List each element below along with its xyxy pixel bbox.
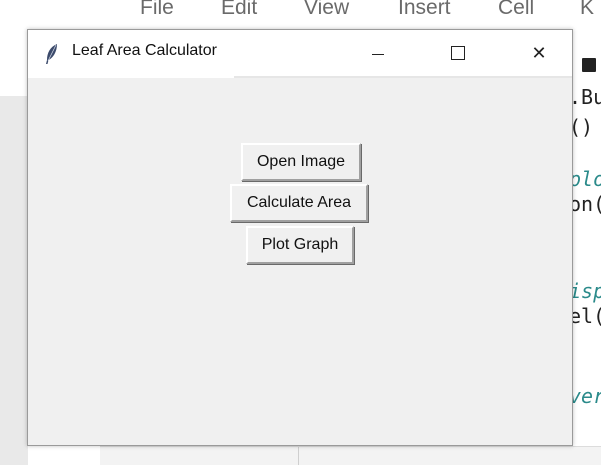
stop-icon[interactable] (582, 58, 596, 72)
menu-cell[interactable]: Cell (498, 0, 534, 20)
code-line: ver (569, 384, 601, 408)
code-line: .Bu (569, 85, 601, 109)
background-bottom-cells (100, 446, 601, 465)
code-line: plo (569, 167, 601, 191)
open-image-button[interactable]: Open Image (241, 143, 361, 181)
menu-file[interactable]: File (140, 0, 174, 20)
close-button[interactable]: ✕ (516, 30, 562, 76)
menu-kernel[interactable]: K (580, 0, 594, 20)
code-line: el( (569, 304, 601, 328)
menu-edit[interactable]: Edit (221, 0, 257, 20)
screen: File Edit View Insert Cell K .Bu () pl o … (0, 0, 601, 465)
title-bar[interactable]: Leaf Area Calculator ✕ (28, 30, 572, 78)
calculate-area-button[interactable]: Calculate Area (230, 184, 368, 222)
menu-view[interactable]: View (304, 0, 349, 20)
minimize-icon (372, 53, 384, 55)
background-menubar: File Edit View Insert Cell K (0, 0, 601, 30)
close-icon: ✕ (531, 42, 547, 64)
code-line: on( (569, 192, 601, 216)
code-line: isp (569, 279, 601, 303)
window-title: Leaf Area Calculator (72, 42, 217, 59)
window-content: Open Image Calculate Area Plot Graph (28, 78, 572, 445)
background-left-strip (0, 96, 28, 465)
menu-insert[interactable]: Insert (398, 0, 451, 20)
maximize-icon (451, 46, 465, 60)
cell-divider (298, 447, 299, 465)
minimize-button[interactable] (355, 30, 401, 76)
plot-graph-button[interactable]: Plot Graph (246, 226, 354, 264)
leaf-area-calculator-window: Leaf Area Calculator ✕ Open Image Calcul… (27, 29, 573, 446)
maximize-button[interactable] (435, 30, 481, 76)
feather-icon (46, 44, 57, 64)
